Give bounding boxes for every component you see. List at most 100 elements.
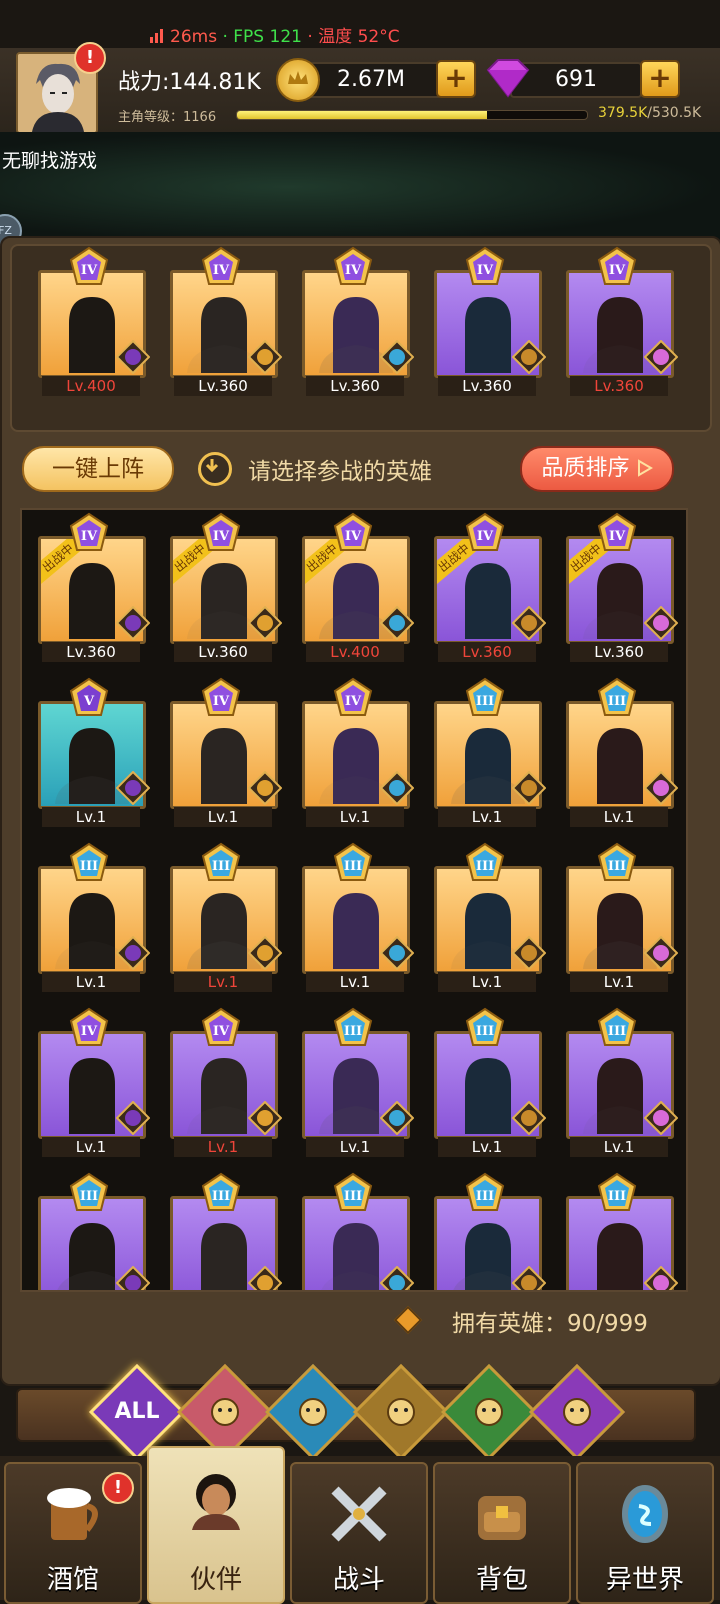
- demon-faction-icon: [546, 1381, 608, 1443]
- filter-label: ALL: [114, 1399, 160, 1424]
- elf-faction-icon: [458, 1381, 520, 1443]
- svg-text:III: III: [608, 694, 626, 709]
- hero-level: Lv.360: [438, 642, 536, 662]
- owned-heroes-count: 拥有英雄：90/999: [452, 1311, 648, 1337]
- hero-level: Lv.1: [174, 972, 272, 992]
- faction-icon: [115, 605, 151, 641]
- faction-icon: [643, 605, 679, 641]
- nav-beer-mug[interactable]: 酒馆!: [4, 1462, 142, 1604]
- svg-text:IV: IV: [81, 529, 98, 544]
- svg-text:III: III: [608, 1024, 626, 1039]
- faction-icon: [643, 339, 679, 375]
- nav-crossed-swords[interactable]: 战斗: [290, 1462, 428, 1604]
- faction-icon: [511, 935, 547, 971]
- rank-badge-icon: IV: [331, 512, 375, 556]
- gold-coin-icon: [276, 58, 320, 102]
- faction-icon: [379, 339, 415, 375]
- rank-badge-icon: IV: [67, 246, 111, 290]
- svg-text:IV: IV: [213, 694, 230, 709]
- svg-text:IV: IV: [81, 1024, 98, 1039]
- hero-level: Lv.400: [306, 642, 404, 662]
- svg-text:IV: IV: [345, 694, 362, 709]
- quality-sort-button[interactable]: 品质排序: [520, 446, 674, 492]
- fish-faction-icon: [282, 1381, 344, 1443]
- svg-text:V: V: [83, 694, 95, 709]
- tavern-alert-badge: !: [102, 1472, 134, 1504]
- xp-progress-fill: [237, 111, 488, 119]
- nav-portal[interactable]: 异世界: [576, 1462, 714, 1604]
- svg-text:III: III: [608, 859, 626, 874]
- temperature-text: 温度 52°C: [318, 27, 400, 47]
- svg-text:IV: IV: [213, 1024, 230, 1039]
- channel-caption: 无聊找游戏: [2, 150, 98, 172]
- rank-badge-icon: IV: [463, 512, 507, 556]
- rank-badge-icon: III: [331, 1007, 375, 1051]
- nav-companion[interactable]: 伙伴: [147, 1446, 285, 1604]
- svg-text:IV: IV: [345, 529, 362, 544]
- svg-text:IV: IV: [345, 263, 362, 278]
- rank-badge-icon: III: [331, 842, 375, 886]
- faction-icon: [379, 1100, 415, 1136]
- faction-icon: [115, 770, 151, 806]
- svg-text:IV: IV: [477, 263, 494, 278]
- faction-icon: [643, 1265, 679, 1290]
- nav-backpack[interactable]: 背包: [433, 1462, 571, 1604]
- svg-text:III: III: [476, 859, 494, 874]
- faction-icon: [247, 1265, 283, 1290]
- hero-level: Lv.1: [438, 972, 536, 992]
- rank-badge-icon: IV: [331, 246, 375, 290]
- rank-badge-icon: III: [463, 842, 507, 886]
- faction-icon: [379, 605, 415, 641]
- add-gold-button[interactable]: +: [436, 60, 476, 98]
- faction-icon: [247, 770, 283, 806]
- faction-icon: [643, 935, 679, 971]
- faction-icon: [643, 1100, 679, 1136]
- rank-badge-icon: IV: [463, 246, 507, 290]
- fps-text: FPS 121: [233, 27, 302, 47]
- rank-badge-icon: III: [199, 842, 243, 886]
- add-gems-button[interactable]: +: [640, 60, 680, 98]
- faction-icon: [511, 605, 547, 641]
- faction-icon: [379, 1265, 415, 1290]
- companion-icon: [184, 1466, 248, 1530]
- beer-mug-icon: [41, 1482, 105, 1546]
- gold-amount: 2.67M: [300, 62, 442, 98]
- hero-level: Lv.1: [438, 807, 536, 827]
- faction-icon: [511, 339, 547, 375]
- rank-badge-icon: IV: [199, 677, 243, 721]
- faction-icon: [247, 935, 283, 971]
- hero-level: Lv.1: [570, 1137, 668, 1157]
- lion-faction-icon: [370, 1381, 432, 1443]
- svg-text:IV: IV: [81, 263, 98, 278]
- hero-level: Lv.360: [438, 376, 536, 396]
- rank-badge-icon: III: [595, 842, 639, 886]
- crown-faction-icon: [194, 1381, 256, 1443]
- hero-level: Lv.360: [570, 376, 668, 396]
- top-status-bar: ! 战力:144.81K 2.67M + 691 + 主角等级：1166 379…: [0, 42, 720, 134]
- svg-text:III: III: [476, 694, 494, 709]
- rank-badge-icon: IV: [595, 512, 639, 556]
- xp-progress-bar: [236, 110, 588, 120]
- play-arrow-icon: [637, 459, 653, 477]
- alert-badge: !: [74, 42, 106, 74]
- auto-deploy-button[interactable]: 一键上阵: [22, 446, 174, 492]
- faction-icon: [511, 1265, 547, 1290]
- faction-icon: [511, 770, 547, 806]
- rank-badge-icon: IV: [67, 512, 111, 556]
- faction-icon: [247, 605, 283, 641]
- player-level-label: 主角等级：1166: [118, 110, 217, 125]
- svg-text:IV: IV: [609, 529, 626, 544]
- rank-badge-icon: III: [67, 1172, 111, 1216]
- hero-level: Lv.360: [174, 642, 272, 662]
- faction-icon: [247, 339, 283, 375]
- rank-badge-icon: III: [595, 1172, 639, 1216]
- rank-badge-icon: IV: [199, 1007, 243, 1051]
- rank-badge-icon: III: [199, 1172, 243, 1216]
- svg-text:III: III: [212, 859, 230, 874]
- latency-text: 26ms: [170, 27, 218, 47]
- hero-grid: 出战中 IV Lv.360 出战中 IV Lv.360 出战中 IV Lv.400 出战中 IV Lv…: [20, 508, 688, 1292]
- svg-text:III: III: [80, 1189, 98, 1204]
- combat-power: 战力:144.81K: [118, 70, 261, 95]
- portal-icon: [613, 1482, 677, 1546]
- rank-badge-icon: III: [463, 677, 507, 721]
